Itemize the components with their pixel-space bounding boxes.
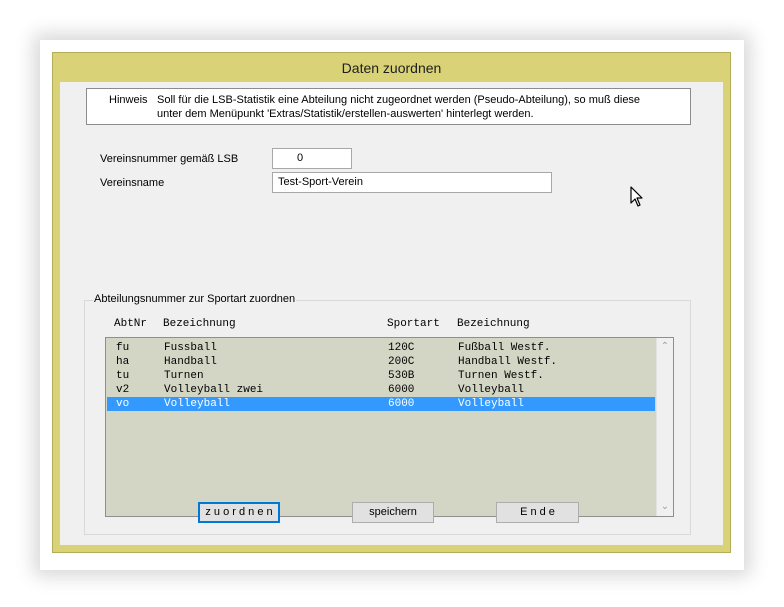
col-header-bezeichnung-2: Bezeichnung xyxy=(457,318,530,330)
hint-line-1: Soll für die LSB-Statistik eine Abteilun… xyxy=(157,94,641,106)
vereinsnummer-label: Vereinsnummer gemäß LSB xyxy=(100,153,239,165)
cell-sportart-bezeichnung: Turnen Westf. xyxy=(458,370,544,382)
list-scrollbar[interactable]: ⌃ ⌄ xyxy=(656,338,673,516)
window-title[interactable]: Daten zuordnen xyxy=(53,53,730,82)
cell-abtnr: vo xyxy=(116,398,130,410)
hint-line-2: unter dem Menüpunkt 'Extras/Statistik/er… xyxy=(157,108,534,120)
cell-abtnr: ha xyxy=(116,356,130,368)
cell-bezeichnung: Handball xyxy=(164,356,217,368)
cell-sportart: 530B xyxy=(388,370,415,382)
list-item[interactable]: fu Fussball 120C Fußball Westf. xyxy=(107,341,655,355)
speichern-button[interactable]: speichern xyxy=(352,502,434,523)
ende-button[interactable]: E n d e xyxy=(496,502,579,523)
hint-text: Soll für die LSB-Statistik eine Abteilun… xyxy=(157,93,640,121)
groupbox-label: Abteilungsnummer zur Sportart zuordnen xyxy=(93,292,297,307)
hint-box: Hinweis Soll für die LSB-Statistik eine … xyxy=(86,88,691,125)
cell-bezeichnung: Fussball xyxy=(164,342,217,354)
list-item-selected[interactable]: vo Volleyball 6000 Volleyball xyxy=(107,397,655,411)
col-header-abtnr: AbtNr xyxy=(114,318,148,330)
cell-sportart-bezeichnung: Handball Westf. xyxy=(458,356,558,368)
list-item[interactable]: ha Handball 200C Handball Westf. xyxy=(107,355,655,369)
cell-sportart-bezeichnung: Fußball Westf. xyxy=(458,342,551,354)
cell-sportart: 120C xyxy=(388,342,415,354)
dialog-window: Daten zuordnen Hinweis Soll für die LSB-… xyxy=(52,52,731,553)
cell-abtnr: v2 xyxy=(116,384,130,396)
cell-bezeichnung: Volleyball xyxy=(164,398,231,410)
list-item[interactable]: v2 Volleyball zwei 6000 Volleyball xyxy=(107,383,655,397)
hint-label: Hinweis xyxy=(109,94,148,106)
vereinsnummer-field[interactable]: 0 xyxy=(272,148,352,169)
cell-sportart-bezeichnung: Volleyball xyxy=(458,398,525,410)
dialog-client-area: Hinweis Soll für die LSB-Statistik eine … xyxy=(60,82,723,545)
list-item[interactable]: tu Turnen 530B Turnen Westf. xyxy=(107,369,655,383)
cell-bezeichnung: Volleyball zwei xyxy=(164,384,264,396)
cell-sportart: 6000 xyxy=(388,384,415,396)
cell-abtnr: tu xyxy=(116,370,130,382)
col-header-sportart: Sportart xyxy=(387,318,440,330)
chevron-up-icon[interactable]: ⌃ xyxy=(660,342,670,352)
col-header-bezeichnung: Bezeichnung xyxy=(163,318,236,330)
chevron-down-icon[interactable]: ⌄ xyxy=(660,502,670,512)
cell-sportart: 6000 xyxy=(388,398,415,410)
mouse-pointer-icon xyxy=(630,186,644,211)
cell-sportart: 200C xyxy=(388,356,415,368)
zuordnen-button[interactable]: z u o r d n e n xyxy=(198,502,280,523)
abteilung-list[interactable]: fu Fussball 120C Fußball Westf. ha Handb… xyxy=(105,337,674,517)
vereinsname-label: Vereinsname xyxy=(100,177,165,189)
cell-sportart-bezeichnung: Volleyball xyxy=(458,384,525,396)
vereinsname-field[interactable]: Test-Sport-Verein xyxy=(272,172,552,193)
cell-abtnr: fu xyxy=(116,342,130,354)
cell-bezeichnung: Turnen xyxy=(164,370,204,382)
